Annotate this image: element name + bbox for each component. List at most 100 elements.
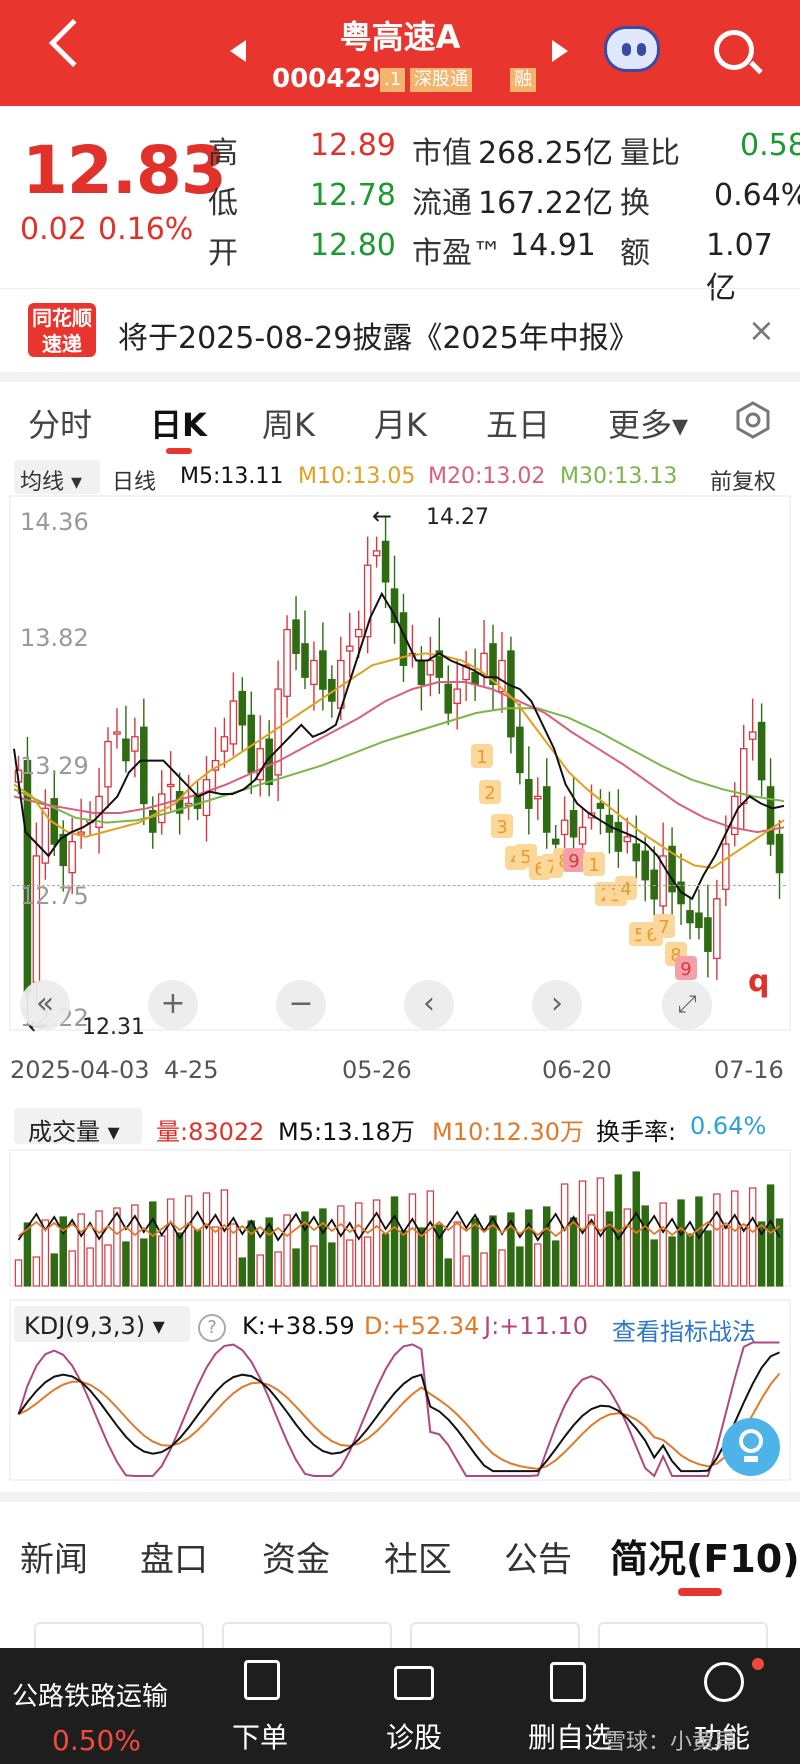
tab-funds[interactable]: 资金 <box>262 1532 330 1581</box>
volume-bar <box>444 1258 452 1287</box>
nav-remove-watchlist[interactable]: 删自选 <box>528 1716 612 1756</box>
zoom-out-button[interactable]: − <box>276 980 326 1030</box>
help-icon[interactable]: ? <box>198 1314 226 1342</box>
candle-body <box>578 826 587 845</box>
candle-body <box>292 619 300 655</box>
candle-body <box>354 628 363 638</box>
candle-body <box>614 821 623 852</box>
tab-community[interactable]: 社区 <box>384 1532 452 1581</box>
candle-body <box>319 650 327 690</box>
x-label-5: 07-16 <box>714 1056 784 1084</box>
volume-bar <box>704 1230 712 1287</box>
volume-bar <box>140 1238 148 1287</box>
volume-bar <box>739 1224 748 1287</box>
candle-body <box>748 731 757 740</box>
volume-bars <box>14 1171 784 1287</box>
candle-body <box>122 738 130 762</box>
section-divider-2 <box>0 1492 800 1502</box>
volume-bar <box>408 1193 417 1287</box>
volume-bar <box>569 1217 578 1287</box>
diagnose-icon[interactable] <box>394 1666 434 1700</box>
zoom-in-button[interactable]: + <box>148 980 198 1030</box>
sector-name[interactable]: 公路铁路运输 <box>12 1676 168 1713</box>
volume-bar <box>381 1233 390 1287</box>
volume-bar <box>220 1189 229 1287</box>
scroll-right-button[interactable]: › <box>532 980 582 1030</box>
y-tick-3: 13.29 <box>20 752 89 780</box>
candle-body <box>301 643 309 678</box>
y-tick-1: 14.36 <box>20 508 89 536</box>
candle-body <box>310 659 318 686</box>
volume-bar <box>122 1241 130 1287</box>
candle-body <box>766 786 775 845</box>
volume-bar <box>722 1227 730 1287</box>
volume-bar <box>560 1183 569 1287</box>
signal-number: 4 <box>620 879 631 900</box>
volume-bar <box>310 1245 318 1287</box>
turnover-value: 0.64% <box>690 1112 767 1140</box>
candle-body <box>632 843 641 862</box>
candle-body <box>722 843 730 890</box>
kdj-strategy-link[interactable]: 查看指标战法 <box>612 1312 756 1347</box>
candle-body <box>695 912 703 929</box>
kdj-d: D:+52.34 <box>364 1312 480 1340</box>
candle-body <box>641 850 650 881</box>
bottom-tab-indicator <box>678 1588 722 1596</box>
candle-body <box>381 540 390 583</box>
volume-bar <box>498 1249 506 1287</box>
tab-orderbook[interactable]: 盘口 <box>140 1532 208 1581</box>
candle-body <box>426 659 435 676</box>
volume-bar <box>86 1247 94 1287</box>
volume-bar <box>713 1193 721 1287</box>
signal-number: 1 <box>476 747 487 768</box>
volume-bar <box>462 1255 470 1287</box>
nav-diagnose[interactable]: 诊股 <box>386 1716 442 1756</box>
volume-bar <box>319 1208 327 1287</box>
scroll-left-button[interactable]: ‹ <box>404 980 454 1030</box>
kdj-j-line <box>17 1341 780 1478</box>
function-menu-icon[interactable] <box>704 1662 744 1702</box>
volume-selector[interactable]: 成交量 ▾ <box>28 1112 120 1147</box>
volume-bar <box>686 1233 694 1287</box>
volume-bar <box>149 1201 157 1287</box>
kline-chart[interactable]: 123456789123456789 <box>0 0 800 1490</box>
remove-watchlist-icon[interactable] <box>550 1662 586 1702</box>
candle-body <box>417 659 426 686</box>
volume-bar <box>399 1230 408 1287</box>
signal-number: 9 <box>568 851 579 872</box>
tab-announcements[interactable]: 公告 <box>504 1532 572 1581</box>
volume-bar <box>238 1257 247 1287</box>
scroll-start-button[interactable]: « <box>20 980 70 1030</box>
volume-bar <box>77 1213 85 1287</box>
candle-body <box>623 836 632 843</box>
tip-bulb-icon[interactable] <box>722 1418 780 1476</box>
candle-body <box>157 793 166 824</box>
candle-body <box>525 779 533 809</box>
volume-bar <box>193 1229 202 1287</box>
candle-body <box>596 802 605 809</box>
order-icon[interactable] <box>244 1660 280 1700</box>
signal-number: 2 <box>484 783 495 804</box>
nav-order[interactable]: 下单 <box>232 1716 288 1756</box>
candle-body <box>140 726 148 805</box>
kdj-k-line <box>17 1351 780 1473</box>
high-marker-arrow: ← <box>372 502 393 530</box>
volume-value: 量:83022 <box>156 1118 265 1146</box>
candle-body <box>345 645 354 652</box>
volume-bar <box>247 1220 256 1287</box>
volume-bar <box>256 1254 264 1287</box>
volume-bar <box>354 1202 363 1287</box>
fullscreen-button[interactable]: ⤢ <box>662 980 712 1030</box>
volume-bar <box>95 1210 103 1287</box>
kdj-lines <box>17 1341 781 1478</box>
tab-f10-profile[interactable]: 简况(F10) <box>610 1528 800 1583</box>
volume-bar <box>274 1251 282 1287</box>
volume-bar <box>525 1209 533 1287</box>
volume-bar <box>113 1207 121 1287</box>
volume-bar <box>50 1253 59 1287</box>
candle-body <box>166 783 175 788</box>
tab-news[interactable]: 新闻 <box>20 1532 88 1581</box>
volume-bar <box>551 1240 560 1287</box>
kdj-selector[interactable]: KDJ(9,3,3) ▾ <box>24 1312 165 1340</box>
volume-bar <box>668 1236 676 1287</box>
